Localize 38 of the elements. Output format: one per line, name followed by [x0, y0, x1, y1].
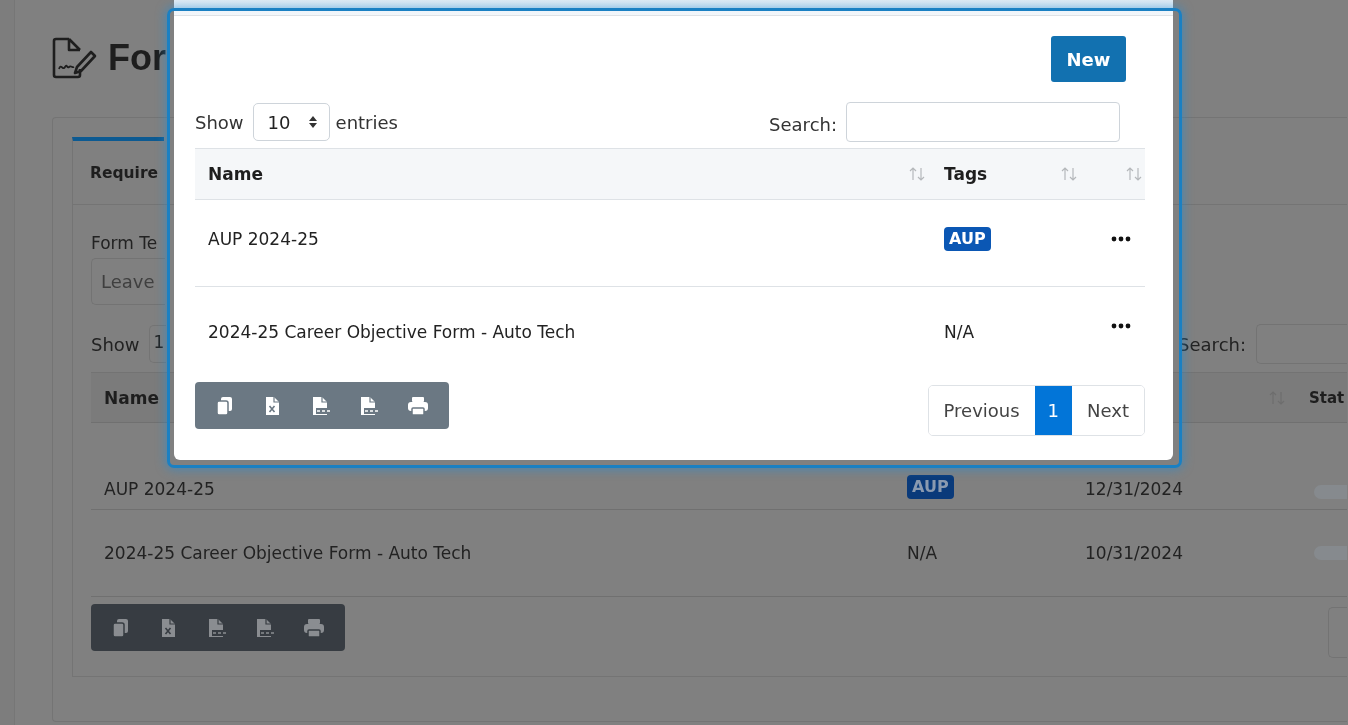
column-header[interactable]: Name [104, 387, 159, 408]
table-cell: AUP 2024-25 [104, 479, 215, 499]
more-button[interactable] [1111, 323, 1131, 329]
field-label: Form Te [91, 232, 158, 254]
entries-select[interactable]: 1 [148, 325, 166, 363]
pdf-file-icon [359, 395, 381, 416]
template-field[interactable]: Leave [91, 258, 165, 305]
entries-label: entries [335, 111, 398, 133]
signed-document-icon [52, 37, 98, 79]
page-button[interactable]: 1 [1034, 386, 1073, 435]
column-header[interactable]: Name [208, 164, 263, 184]
entries-select[interactable]: 10 [252, 103, 330, 141]
table-cell: 2024-25 Career Objective Form - Auto Tech [208, 322, 576, 342]
column-header[interactable]: Tags [944, 164, 988, 184]
more-button[interactable] [1111, 236, 1131, 242]
printer-icon [303, 617, 325, 638]
spinner-icon [307, 115, 318, 129]
printer-icon [407, 395, 429, 416]
pdf-file-icon [255, 617, 277, 638]
ellipsis-icon [1111, 323, 1131, 329]
csv-file-icon [311, 395, 333, 416]
table-cell: 2024-25 Career Objective Form - Auto Tech [104, 543, 472, 563]
tab[interactable]: Require [72, 137, 164, 204]
table-cell: 12/31/2024 [1085, 479, 1183, 499]
search-label: Search: [769, 112, 837, 135]
page-title: For [108, 40, 166, 76]
table-cell: AUP 2024-25 [208, 229, 319, 249]
table-cell: N/A [944, 322, 975, 342]
show-label: Show [195, 111, 244, 133]
tag-badge: AUP [907, 475, 954, 499]
table-cell: N/A [907, 543, 938, 563]
table-cell: 10/31/2024 [1085, 543, 1183, 563]
csv-file-icon [207, 617, 229, 638]
show-label: Show [91, 333, 140, 355]
ellipsis-icon [1111, 236, 1131, 242]
column-header[interactable]: Stat [1309, 388, 1345, 407]
new-button[interactable]: New [1051, 36, 1126, 82]
tag-badge: AUP [944, 227, 991, 251]
